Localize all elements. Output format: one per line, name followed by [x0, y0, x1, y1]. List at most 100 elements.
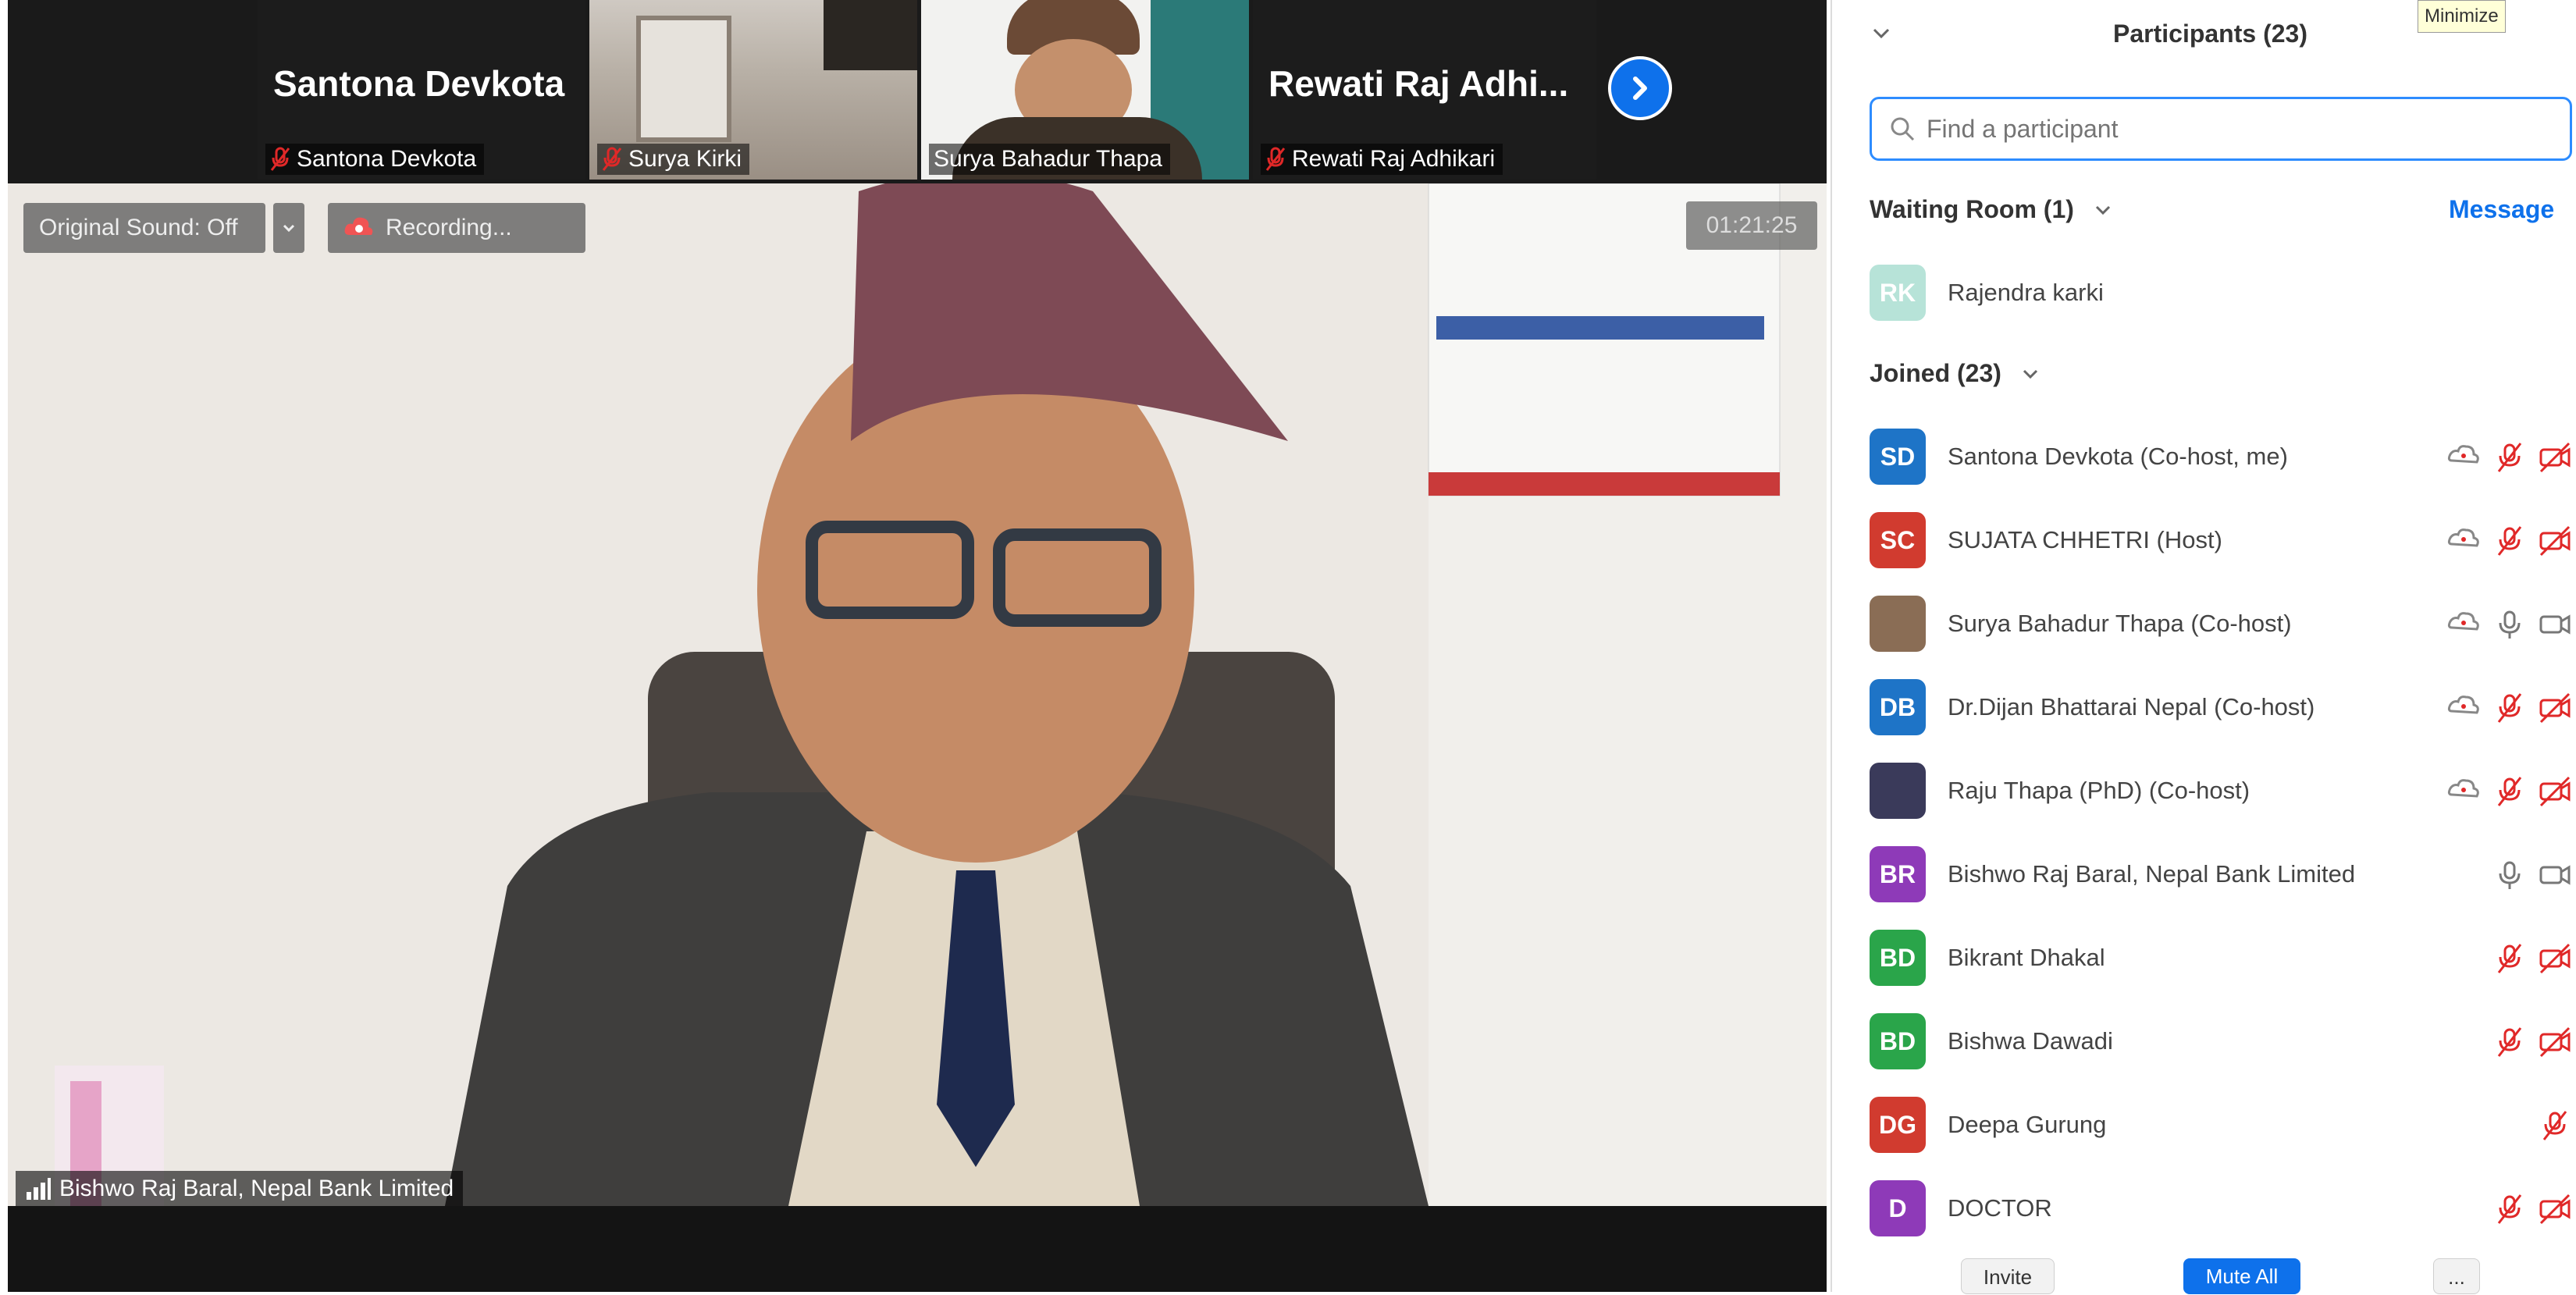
participant-search[interactable]: [1870, 97, 2572, 161]
active-speaker-video: [8, 183, 1827, 1206]
participant-name: Raju Thapa (PhD) (Co-host): [1948, 777, 2250, 804]
video-off-icon[interactable]: [2538, 774, 2572, 809]
muted-mic-icon: [602, 147, 622, 171]
participant-name: Bishwa Dawadi: [1948, 1027, 2113, 1055]
thumbnail-caption-text: Santona Devkota: [297, 146, 477, 172]
participant-row[interactable]: BD Bikrant Dhakal: [1870, 927, 2572, 989]
participants-panel: Participants (23) Minimize Waiting Room …: [1831, 0, 2576, 1294]
thumbnail-santona[interactable]: Santona Devkota Santona Devkota: [258, 0, 585, 180]
participant-row[interactable]: DG Deepa Gurung: [1870, 1094, 2572, 1156]
participant-name: DOCTOR: [1948, 1194, 2052, 1222]
mute-all-button[interactable]: Mute All: [2183, 1258, 2300, 1294]
participant-row[interactable]: Surya Bahadur Thapa (Co-host): [1870, 592, 2572, 655]
video-off-icon[interactable]: [2538, 1192, 2572, 1226]
search-input[interactable]: [1925, 113, 2521, 144]
search-icon: [1891, 117, 1915, 141]
thumbnail-surya-bahadur[interactable]: Surya Bahadur Thapa: [921, 0, 1249, 180]
thumbnail-caption: Rewati Raj Adhikari: [1261, 144, 1503, 175]
muted-mic-icon[interactable]: [2492, 440, 2527, 475]
screen-share-icon: [2447, 445, 2479, 464]
participant-row[interactable]: BD Bishwa Dawadi: [1870, 1010, 2572, 1073]
panel-header: Participants (23) Minimize: [1832, 0, 2576, 70]
participant-status-icons: [2447, 439, 2572, 475]
meeting-area: Santona Devkota Santona Devkota Surya Ki…: [8, 0, 1827, 1292]
invite-button[interactable]: Invite: [1961, 1258, 2055, 1294]
avatar: DB: [1870, 679, 1926, 735]
muted-mic-icon[interactable]: [2492, 691, 2527, 725]
cloud-record-icon: [344, 217, 373, 235]
chevron-down-icon: [283, 224, 295, 233]
thumbnail-caption-text: Surya Kirki: [628, 146, 742, 172]
participant-row[interactable]: BR Bishwo Raj Baral, Nepal Bank Limited: [1870, 843, 2572, 905]
muted-mic-icon[interactable]: [2538, 1108, 2572, 1143]
participant-status-icons: [2447, 607, 2572, 642]
muted-mic-icon[interactable]: [2492, 524, 2527, 558]
original-sound-dropdown[interactable]: [273, 203, 304, 253]
video-off-icon[interactable]: [2538, 524, 2572, 558]
joined-header[interactable]: Joined (23): [1870, 359, 2041, 388]
participant-status-icons: [2447, 690, 2572, 726]
participant-name: Dr.Dijan Bhattarai Nepal (Co-host): [1948, 693, 2315, 720]
video-off-icon[interactable]: [2538, 691, 2572, 725]
participant-status-icons: [2492, 1024, 2572, 1060]
screen-share-icon: [2447, 612, 2479, 631]
participant-row[interactable]: Raju Thapa (PhD) (Co-host): [1870, 760, 2572, 822]
mic-icon[interactable]: [2492, 607, 2527, 642]
mic-icon[interactable]: [2492, 858, 2527, 892]
participant-row[interactable]: SD Santona Devkota (Co-host, me): [1870, 425, 2572, 488]
muted-mic-icon[interactable]: [2492, 941, 2527, 976]
recording-indicator[interactable]: Recording...: [328, 203, 585, 253]
participant-name: Santona Devkota (Co-host, me): [1948, 443, 2288, 470]
avatar: [1870, 763, 1926, 819]
meeting-toolbar: [8, 1206, 1827, 1292]
thumbnail-strip: Santona Devkota Santona Devkota Surya Ki…: [8, 0, 1827, 180]
participant-status-icons: [2492, 941, 2572, 977]
screen-share-icon: [2447, 779, 2479, 798]
participant-row[interactable]: D DOCTOR: [1870, 1177, 2572, 1240]
minimize-tooltip: Minimize: [2418, 0, 2506, 33]
participant-status-icons: [2492, 1191, 2572, 1227]
participant-status-icons: [2492, 857, 2572, 893]
avatar: SC: [1870, 512, 1926, 568]
video-off-icon[interactable]: [2538, 1025, 2572, 1059]
wall-tv: [824, 0, 917, 70]
participant-row[interactable]: SC SUJATA CHHETRI (Host): [1870, 509, 2572, 571]
meeting-timer: 01:21:25: [1686, 201, 1817, 250]
thumbnail-surya-kirki[interactable]: Surya Kirki: [589, 0, 917, 180]
video-off-icon[interactable]: [2538, 941, 2572, 976]
avatar: DG: [1870, 1097, 1926, 1153]
video-icon[interactable]: [2538, 858, 2572, 892]
original-sound-button[interactable]: Original Sound: Off: [23, 203, 265, 253]
waiting-room-label: Waiting Room (1): [1870, 195, 2074, 223]
video-icon[interactable]: [2538, 607, 2572, 642]
avatar: BR: [1870, 846, 1926, 902]
participant-name: Surya Bahadur Thapa (Co-host): [1948, 610, 2292, 637]
joined-label: Joined (23): [1870, 359, 2001, 387]
screen-share-icon: [2447, 696, 2479, 714]
avatar: RK: [1870, 265, 1926, 321]
video-off-icon[interactable]: [2538, 440, 2572, 475]
participant-status-icons: [2447, 523, 2572, 559]
muted-mic-icon[interactable]: [2492, 1025, 2527, 1059]
participant-name: Bikrant Dhakal: [1948, 944, 2105, 971]
muted-mic-icon[interactable]: [2492, 1192, 2527, 1226]
participant-name: Rajendra karki: [1948, 279, 2104, 306]
more-button[interactable]: ...: [2433, 1258, 2480, 1294]
thumbnail-rewati[interactable]: Rewati Raj Adhi... Rewati Raj Adhikari: [1253, 0, 1596, 180]
participant-name: SUJATA CHHETRI (Host): [1948, 526, 2222, 553]
participant-name: Bishwo Raj Baral, Nepal Bank Limited: [1948, 860, 2356, 888]
signal-strength-icon: [27, 1178, 51, 1200]
muted-mic-icon[interactable]: [2492, 774, 2527, 809]
panel-title: Participants (23): [2113, 20, 2307, 48]
waiting-participant-row[interactable]: RK Rajendra karki: [1870, 261, 2572, 324]
recording-label: Recording...: [386, 215, 512, 240]
participant-name: Deepa Gurung: [1948, 1111, 2107, 1138]
avatar: [1870, 596, 1926, 652]
next-page-button[interactable]: [1608, 56, 1672, 120]
participant-row[interactable]: DB Dr.Dijan Bhattarai Nepal (Co-host): [1870, 676, 2572, 738]
message-button[interactable]: Message: [2449, 195, 2554, 224]
thumbnail-caption-text: Rewati Raj Adhikari: [1292, 146, 1496, 172]
chevron-down-icon[interactable]: [1870, 22, 1893, 45]
avatar: BD: [1870, 1013, 1926, 1069]
waiting-room-header[interactable]: Waiting Room (1): [1870, 195, 2113, 224]
